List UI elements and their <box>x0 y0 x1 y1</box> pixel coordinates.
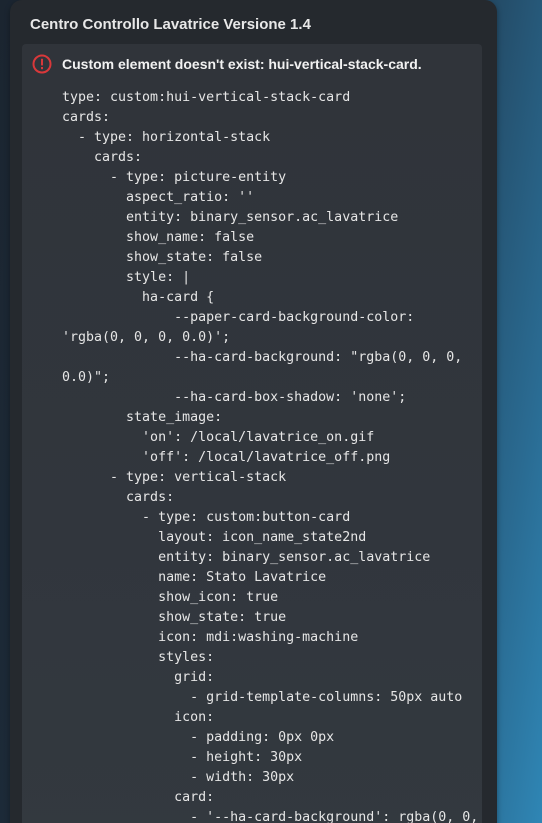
card-title: Centro Controllo Lavatrice Versione 1.4 <box>30 16 311 33</box>
code-line: 'off': /local/lavatrice_off.png <box>62 450 391 465</box>
code-line: - type: custom:button-card <box>62 510 351 525</box>
code-line: - padding: 0px 0px <box>62 730 335 745</box>
code-line: entity: binary_sensor.ac_lavatrice <box>62 550 431 565</box>
code-line: card: <box>62 790 215 805</box>
lovelace-card: Centro Controllo Lavatrice Versione 1.4 … <box>10 0 497 823</box>
code-line: styles: <box>62 650 215 665</box>
code-line: - type: picture-entity <box>62 170 287 185</box>
code-line: show_state: true <box>62 610 287 625</box>
code-line: - type: horizontal-stack <box>62 130 271 145</box>
code-line: - '--ha-card-background': rgba(0, 0, <box>62 810 479 823</box>
code-line: - width: 30px <box>62 770 295 785</box>
code-line: entity: binary_sensor.ac_lavatrice <box>62 210 399 225</box>
yaml-config-code: type: custom:hui-vertical-stack-card card… <box>62 88 482 823</box>
code-line: grid: <box>62 670 215 685</box>
error-circle-icon <box>32 54 52 74</box>
error-panel: Custom element doesn't exist: hui-vertic… <box>22 44 482 823</box>
code-line: 'rgba(0, 0, 0, 0.0)'; <box>62 330 231 345</box>
code-line: - height: 30px <box>62 750 303 765</box>
code-line: cards: <box>62 110 111 125</box>
code-line: 0.0)"; <box>62 370 111 385</box>
code-line: --paper-card-background-color: <box>62 310 415 325</box>
error-header: Custom element doesn't exist: hui-vertic… <box>32 54 422 74</box>
code-line: - type: vertical-stack <box>62 470 287 485</box>
code-line: layout: icon_name_state2nd <box>62 530 367 545</box>
code-line: icon: mdi:washing-machine <box>62 630 359 645</box>
code-line: 'on': /local/lavatrice_on.gif <box>62 430 375 445</box>
code-line: --ha-card-background: "rgba(0, 0, 0, <box>62 350 463 365</box>
code-line: type: custom:hui-vertical-stack-card <box>62 90 351 105</box>
code-line: --ha-card-box-shadow: 'none'; <box>62 390 407 405</box>
code-line: show_name: false <box>62 230 255 245</box>
code-line: cards: <box>62 150 143 165</box>
code-line: ha-card { <box>62 290 215 305</box>
code-line: show_icon: true <box>62 590 279 605</box>
code-line: aspect_ratio: '' <box>62 190 255 205</box>
code-line: name: Stato Lavatrice <box>62 570 327 585</box>
error-message: Custom element doesn't exist: hui-vertic… <box>62 56 422 72</box>
code-line: cards: <box>62 490 175 505</box>
code-line: icon: <box>62 710 215 725</box>
code-line: show_state: false <box>62 250 263 265</box>
code-line: - grid-template-columns: 50px auto <box>62 690 463 705</box>
code-line: state_image: <box>62 410 223 425</box>
code-line: style: | <box>62 270 191 285</box>
